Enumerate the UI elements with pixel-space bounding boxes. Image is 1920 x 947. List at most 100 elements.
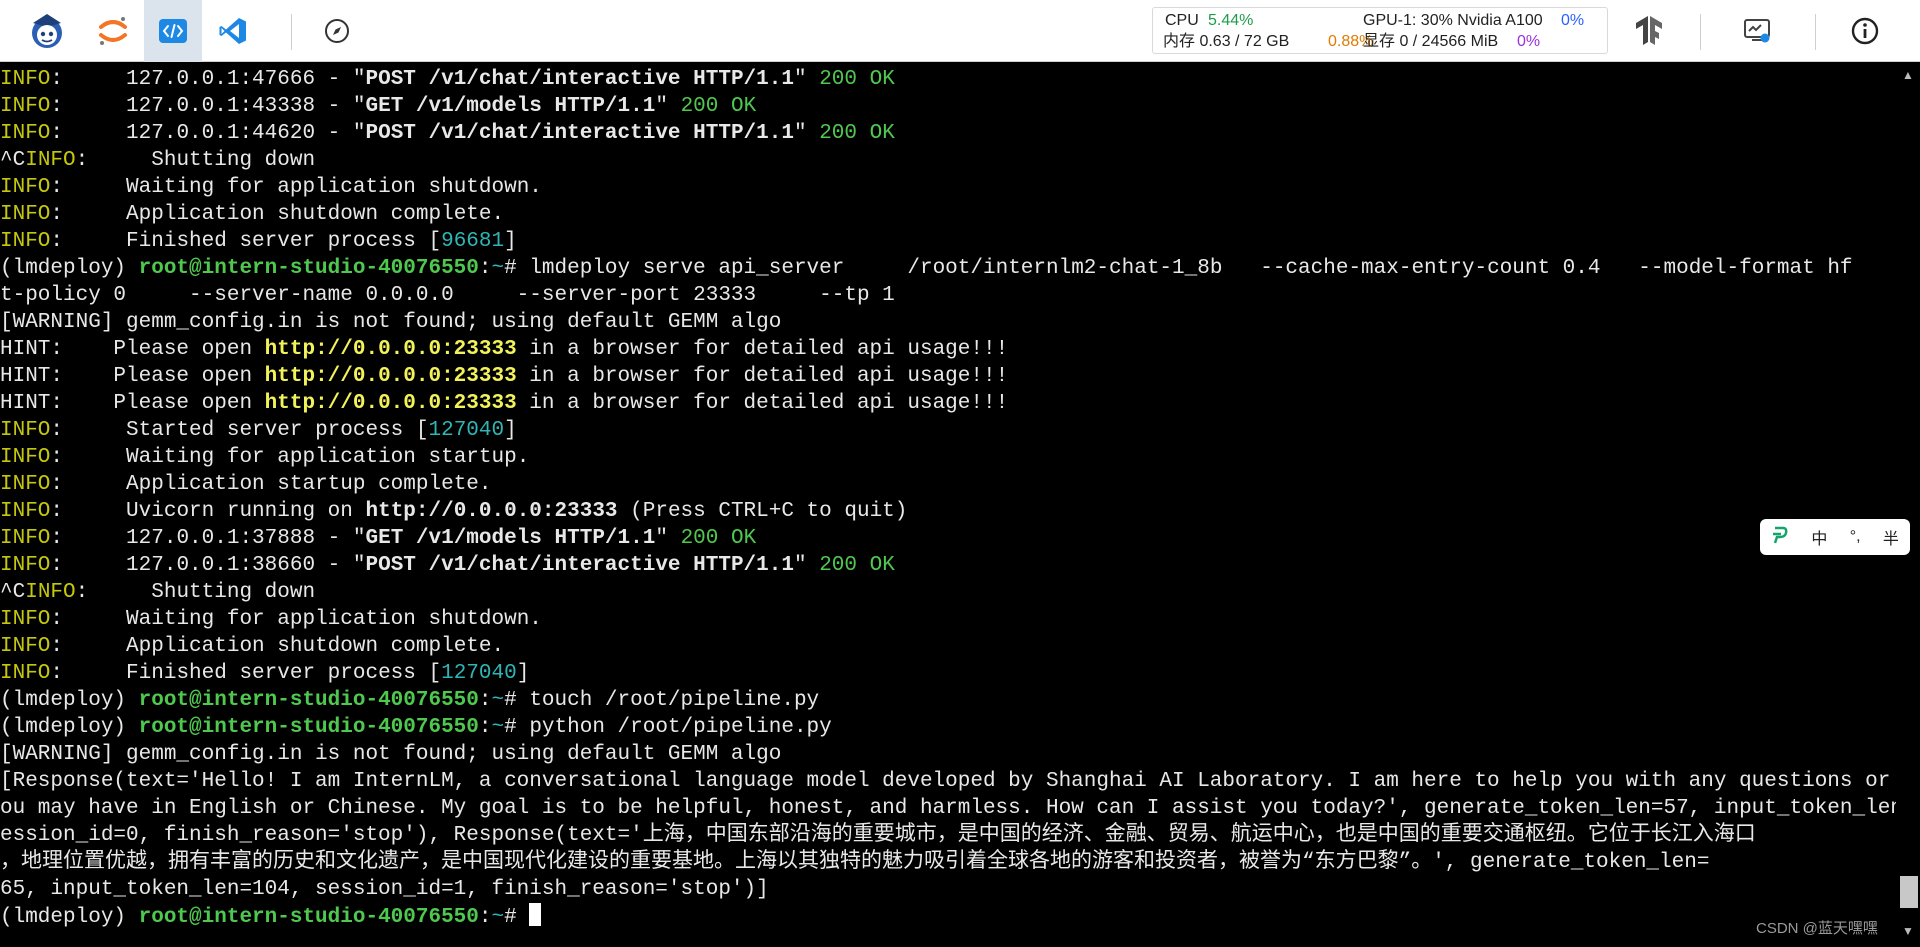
- terminal-text: root@intern-studio-40076550: [138, 906, 479, 929]
- terminal-text: INFO: [0, 419, 51, 442]
- gpu-label: GPU-1: 30% Nvidia A100: [1363, 12, 1543, 29]
- terminal-line: INFO: Uvicorn running on http://0.0.0.0:…: [0, 498, 1896, 525]
- terminal-text: (lmdeploy): [0, 257, 139, 280]
- terminal-line: 65, input_token_len=104, session_id=1, f…: [0, 876, 1896, 903]
- terminal-text: http://0.0.0.0:23333: [264, 338, 517, 361]
- terminal-text: INFO: [0, 95, 51, 118]
- terminal-output[interactable]: INFO: 127.0.0.1:47666 - "POST /v1/chat/i…: [0, 66, 1896, 947]
- terminal-text: 96681: [441, 230, 505, 253]
- terminal-text: : Finished server process [: [50, 662, 442, 685]
- terminal-text: ^C: [0, 581, 26, 604]
- terminal-text: ": [655, 95, 681, 118]
- terminal-text: : Application shutdown complete.: [50, 203, 505, 226]
- terminal-line: INFO: 127.0.0.1:44620 - "POST /v1/chat/i…: [0, 120, 1896, 147]
- terminal-text: : Finished server process [: [50, 230, 442, 253]
- terminal-text: t-policy 0 --server-name 0.0.0.0 --serve…: [0, 284, 895, 307]
- terminal-text: : Uvicorn running on: [50, 500, 366, 523]
- terminal-text: # lmdeploy serve api_server /root/intern…: [504, 257, 1896, 280]
- terminal-text: :: [478, 257, 492, 280]
- terminal-text: 200 OK: [819, 122, 895, 145]
- terminal-text: in a browser for detailed api usage!!!: [516, 365, 1009, 388]
- toolbar-divider: [1700, 14, 1701, 50]
- scroll-up-icon[interactable]: ▲: [1902, 68, 1914, 82]
- ime-width[interactable]: 半: [1883, 525, 1899, 549]
- toolbar-divider: [1815, 14, 1816, 50]
- terminal-text: ，地理位置优越，拥有丰富的历史和文化遗产，是中国现代化建设的重要基地。上海以其独…: [0, 851, 1710, 874]
- terminal-cursor: [529, 903, 542, 926]
- ime-punct[interactable]: °,: [1850, 528, 1861, 546]
- vram-label: 显存 0 / 24566 MiB: [1363, 33, 1499, 50]
- jupyter-icon[interactable]: [84, 4, 142, 58]
- vram-value: 0%: [1517, 33, 1541, 50]
- terminal-scrollbar[interactable]: [1898, 62, 1920, 947]
- terminal-text: in a browser for detailed api usage!!!: [516, 338, 1009, 361]
- terminal-text: root@intern-studio-40076550: [138, 257, 479, 280]
- terminal-line: INFO: Finished server process [96681]: [0, 228, 1896, 255]
- terminal-text: http://0.0.0.0:23333: [365, 500, 618, 523]
- terminal-text: 200 OK: [819, 68, 895, 91]
- terminal-text: ]: [516, 662, 530, 685]
- memory-label: 内存 0.63 / 72 GB: [1163, 33, 1290, 50]
- cpu-value: 5.44%: [1208, 12, 1254, 29]
- compass-icon[interactable]: [308, 4, 366, 58]
- terminal-text: : 127.0.0.1:47666 - ": [50, 68, 366, 91]
- terminal-text: :: [478, 716, 492, 739]
- terminal-text: ]: [504, 419, 517, 442]
- terminal-text: : Application startup complete.: [50, 473, 492, 496]
- top-toolbar: CPU 5.44% 内存 0.63 / 72 GB 0.88% GPU-1: 3…: [0, 0, 1920, 62]
- terminal-code-icon[interactable]: [144, 0, 202, 62]
- terminal-line: HINT: Please open http://0.0.0.0:23333 i…: [0, 363, 1896, 390]
- terminal-text: INFO: [0, 68, 51, 91]
- terminal-text: INFO: [0, 635, 51, 658]
- vscode-icon[interactable]: [204, 4, 262, 58]
- terminal-text: root@intern-studio-40076550: [138, 716, 479, 739]
- terminal-text: INFO: [0, 662, 51, 685]
- ime-mode[interactable]: 中: [1811, 525, 1827, 549]
- terminal-line: INFO: 127.0.0.1:47666 - "POST /v1/chat/i…: [0, 66, 1896, 93]
- terminal-text: INFO: [0, 473, 51, 496]
- terminal-text: HINT: Please open: [0, 338, 265, 361]
- terminal-line: INFO: Waiting for application shutdown.: [0, 606, 1896, 633]
- terminal-text: : 127.0.0.1:44620 - ": [50, 122, 366, 145]
- scroll-down-icon[interactable]: ▼: [1902, 924, 1914, 938]
- terminal-text: ou may have in English or Chinese. My go…: [0, 797, 1896, 820]
- terminal-text: : Waiting for application startup.: [50, 446, 530, 469]
- terminal-text: :: [478, 906, 492, 929]
- terminal-text: INFO: [25, 581, 76, 604]
- terminal-text: POST /v1/chat/interactive HTTP/1.1: [365, 122, 794, 145]
- terminal-line: ^CINFO: Shutting down: [0, 147, 1896, 174]
- ime-toolbar[interactable]: 中 °, 半: [1760, 519, 1910, 555]
- terminal-text: : Started server process [: [50, 419, 429, 442]
- intern-studio-logo-icon[interactable]: [14, 4, 80, 58]
- terminal-line: [WARNING] gemm_config.in is not found; u…: [0, 309, 1896, 336]
- monitor-icon[interactable]: [1728, 4, 1786, 58]
- terminal-text: (lmdeploy): [0, 689, 139, 712]
- scrollbar-thumb[interactable]: [1900, 876, 1918, 908]
- tensorboard-icon[interactable]: [1620, 4, 1678, 58]
- terminal-line: (lmdeploy) root@intern-studio-40076550:~…: [0, 687, 1896, 714]
- cpu-label: CPU: [1165, 12, 1199, 29]
- terminal-text: INFO: [0, 176, 51, 199]
- terminal-text: INFO: [0, 203, 51, 226]
- terminal-line: HINT: Please open http://0.0.0.0:23333 i…: [0, 336, 1896, 363]
- terminal-text: (Press CTRL+C to quit): [617, 500, 908, 523]
- terminal-line: INFO: Started server process [127040]: [0, 417, 1896, 444]
- info-icon[interactable]: [1836, 4, 1894, 58]
- terminal-line: HINT: Please open http://0.0.0.0:23333 i…: [0, 390, 1896, 417]
- terminal-text: ~: [491, 906, 505, 929]
- terminal-text: ~: [491, 257, 505, 280]
- terminal-line: INFO: 127.0.0.1:37888 - "GET /v1/models …: [0, 525, 1896, 552]
- terminal-text: : 127.0.0.1:43338 - ": [50, 95, 366, 118]
- terminal-text: : Application shutdown complete.: [50, 635, 505, 658]
- terminal-text: POST /v1/chat/interactive HTTP/1.1: [365, 68, 794, 91]
- terminal-line: INFO: Application startup complete.: [0, 471, 1896, 498]
- terminal-text: POST /v1/chat/interactive HTTP/1.1: [365, 554, 794, 577]
- resource-stats-panel: CPU 5.44% 内存 0.63 / 72 GB 0.88% GPU-1: 3…: [1152, 7, 1608, 54]
- terminal-line: INFO: Application shutdown complete.: [0, 633, 1896, 660]
- terminal-text: : 127.0.0.1:37888 - ": [50, 527, 366, 550]
- terminal-line: (lmdeploy) root@intern-studio-40076550:~…: [0, 903, 1896, 930]
- terminal-line: INFO: 127.0.0.1:43338 - "GET /v1/models …: [0, 93, 1896, 120]
- terminal-text: INFO: [0, 608, 51, 631]
- terminal-text: HINT: Please open: [0, 392, 265, 415]
- ime-logo-icon[interactable]: [1771, 526, 1789, 549]
